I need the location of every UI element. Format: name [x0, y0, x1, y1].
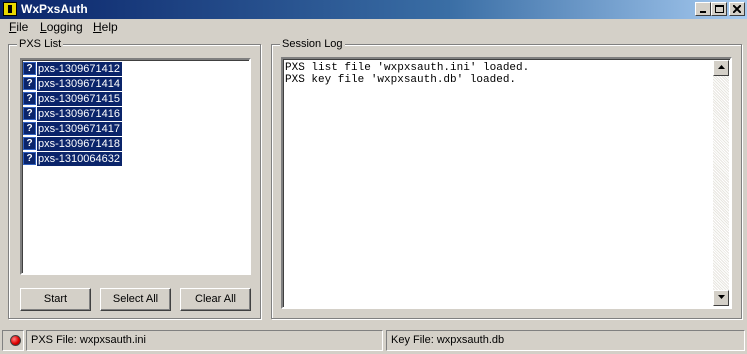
menu-file[interactable]: File — [9, 20, 28, 35]
list-item[interactable]: ? pxs-1309671415 — [23, 91, 249, 106]
pxs-list-label: PXS List — [17, 38, 64, 50]
session-log-label: Session Log — [280, 38, 345, 50]
question-icon: ? — [23, 152, 36, 165]
menu-help[interactable]: Help — [93, 20, 118, 35]
menu-bar: File Logging Help — [0, 19, 747, 36]
log-scrollbar[interactable] — [713, 60, 729, 306]
minimize-icon — [700, 11, 706, 13]
question-icon: ? — [23, 122, 36, 135]
select-all-button[interactable]: Select All — [100, 288, 171, 311]
start-button[interactable]: Start — [20, 288, 91, 311]
app-icon — [3, 2, 17, 16]
list-item[interactable]: ? pxs-1309671416 — [23, 106, 249, 121]
list-item[interactable]: ? pxs-1309671414 — [23, 76, 249, 91]
minimize-button[interactable] — [695, 2, 711, 16]
question-icon: ? — [23, 92, 36, 105]
window-title: WxPxsAuth — [21, 2, 88, 16]
question-icon: ? — [23, 107, 36, 120]
close-button[interactable] — [729, 2, 745, 16]
pxs-listbox[interactable]: ? pxs-1309671412 ? pxs-1309671414 ? pxs-130… — [20, 58, 251, 275]
status-indicator-pane — [2, 330, 24, 351]
pxs-file-status: PXS File: wxpxsauth.ini — [26, 330, 383, 351]
arrow-down-icon — [717, 295, 725, 299]
arrow-up-icon — [717, 65, 725, 69]
status-led-icon — [10, 335, 21, 346]
close-icon — [733, 5, 741, 13]
log-line: PXS key file 'wxpxsauth.db' loaded. — [285, 74, 517, 86]
clear-all-button[interactable]: Clear All — [180, 288, 251, 311]
list-item[interactable]: ? pxs-1310064632 — [23, 151, 249, 166]
list-item[interactable]: ? pxs-1309671412 — [23, 61, 249, 76]
key-file-status: Key File: wxpxsauth.db — [386, 330, 745, 351]
maximize-icon — [714, 5, 724, 13]
title-bar: WxPxsAuth — [0, 0, 747, 19]
list-item[interactable]: ? pxs-1309671417 — [23, 121, 249, 136]
question-icon: ? — [23, 62, 36, 75]
question-icon: ? — [23, 137, 36, 150]
status-bar: PXS File: wxpxsauth.ini Key File: wxpxsa… — [0, 328, 747, 354]
log-line: PXS list file 'wxpxsauth.ini' loaded. — [285, 62, 530, 74]
log-lines: PXS list file 'wxpxsauth.ini' loaded. PXS… — [285, 62, 529, 86]
maximize-button[interactable] — [711, 2, 727, 16]
question-icon: ? — [23, 77, 36, 90]
scroll-down-button[interactable] — [713, 290, 729, 306]
menu-logging[interactable]: Logging — [40, 20, 83, 35]
session-log-textarea[interactable]: PXS list file 'wxpxsauth.ini' loaded. PXS… — [281, 57, 732, 309]
list-item[interactable]: ? pxs-1309671418 — [23, 136, 249, 151]
scroll-up-button[interactable] — [713, 60, 729, 76]
